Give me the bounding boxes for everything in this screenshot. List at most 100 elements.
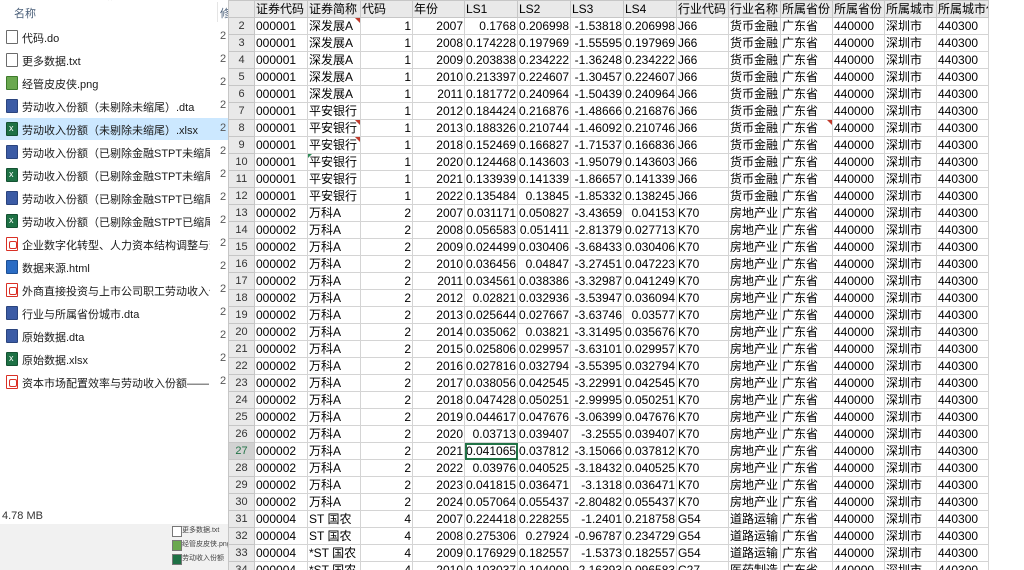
table-cell[interactable]: 深圳市 (884, 187, 937, 205)
table-cell[interactable]: 4 (360, 561, 413, 570)
table-cell[interactable]: 440300 (936, 561, 989, 570)
table-cell[interactable]: 2008 (412, 34, 465, 52)
table-cell[interactable]: 万科A (307, 442, 361, 460)
table-cell[interactable]: 2 (360, 221, 413, 239)
table-cell[interactable]: 440300 (936, 85, 989, 103)
table-cell[interactable]: 0.13845 (517, 187, 571, 205)
table-cell[interactable]: K70 (676, 255, 729, 273)
table-cell[interactable]: 2 (360, 323, 413, 341)
table-cell[interactable]: 000001 (254, 51, 308, 69)
table-cell[interactable]: 440000 (832, 442, 885, 460)
table-cell[interactable]: 2018 (412, 136, 465, 154)
table-cell[interactable]: 1 (360, 136, 413, 154)
table-cell[interactable]: K70 (676, 459, 729, 477)
table-cell[interactable]: -1.46092 (570, 119, 624, 137)
table-cell[interactable]: 2008 (412, 221, 465, 239)
column-header-name[interactable]: 名称 (14, 5, 36, 21)
table-cell[interactable]: -1.5373 (570, 544, 624, 562)
table-cell[interactable]: 440000 (832, 255, 885, 273)
table-cell[interactable]: 房地产业 (728, 204, 781, 222)
table-cell[interactable]: 2 (360, 255, 413, 273)
table-cell[interactable]: 2007 (412, 17, 465, 35)
table-cell[interactable]: 0.040525 (623, 459, 677, 477)
file-item[interactable]: 更多数据.txt 2 (0, 49, 228, 71)
table-cell[interactable]: 2022 (412, 459, 465, 477)
column-header-cell[interactable]: LS2 (517, 0, 571, 18)
table-cell[interactable]: 0.210746 (623, 119, 677, 137)
table-cell[interactable]: 0.037812 (517, 442, 571, 460)
table-cell[interactable]: 440000 (832, 34, 885, 52)
table-cell[interactable]: 0.047676 (517, 408, 571, 426)
table-cell[interactable]: -3.31495 (570, 323, 624, 341)
file-item[interactable]: 劳动收入份额（已剔除金融STPT未缩尾... 2 (0, 164, 228, 186)
column-header-cell[interactable]: LS4 (623, 0, 677, 18)
table-cell[interactable]: K70 (676, 204, 729, 222)
table-cell[interactable]: 0.240964 (517, 85, 571, 103)
table-cell[interactable]: 2 (360, 408, 413, 426)
table-cell[interactable]: 平安银行 (307, 119, 361, 137)
table-cell[interactable]: 深圳市 (884, 136, 937, 154)
table-cell[interactable]: 深圳市 (884, 476, 937, 494)
table-cell[interactable]: 000002 (254, 238, 308, 256)
table-cell[interactable]: 0.041065 (464, 442, 518, 460)
table-cell[interactable]: 平安银行 (307, 102, 361, 120)
table-cell[interactable]: -3.27451 (570, 255, 624, 273)
table-cell[interactable]: 440300 (936, 357, 989, 375)
table-cell[interactable]: -3.2555 (570, 425, 624, 443)
table-cell[interactable]: 000002 (254, 425, 308, 443)
table-cell[interactable]: 000002 (254, 204, 308, 222)
row-number[interactable]: 10 (228, 153, 255, 171)
table-cell[interactable]: -3.43659 (570, 204, 624, 222)
column-header-cell[interactable]: 证券简称 (307, 0, 361, 18)
table-cell[interactable]: 深圳市 (884, 255, 937, 273)
column-header-cell[interactable]: 所属省份 (832, 0, 885, 18)
table-cell[interactable]: 万科A (307, 238, 361, 256)
table-cell[interactable]: 1 (360, 170, 413, 188)
table-cell[interactable]: 0.042545 (517, 374, 571, 392)
table-cell[interactable]: 2011 (412, 272, 465, 290)
file-item[interactable]: 资本市场配置效率与劳动收入份额——... 2 (0, 371, 228, 393)
table-cell[interactable]: 0.197969 (623, 34, 677, 52)
table-cell[interactable]: 000002 (254, 272, 308, 290)
table-cell[interactable]: 0.234222 (623, 51, 677, 69)
table-cell[interactable]: 0.038056 (464, 374, 518, 392)
table-cell[interactable]: 货币金融 (728, 34, 781, 52)
table-cell[interactable]: 0.024499 (464, 238, 518, 256)
table-cell[interactable]: 000002 (254, 306, 308, 324)
table-cell[interactable]: 2 (360, 204, 413, 222)
select-all-corner[interactable] (228, 0, 255, 18)
table-cell[interactable]: 深圳市 (884, 391, 937, 409)
table-cell[interactable]: 440000 (832, 391, 885, 409)
table-cell[interactable]: 440300 (936, 323, 989, 341)
table-cell[interactable]: 2007 (412, 510, 465, 528)
row-number[interactable]: 27 (228, 442, 255, 460)
row-number[interactable]: 5 (228, 68, 255, 86)
table-cell[interactable]: 2019 (412, 408, 465, 426)
table-cell[interactable]: 广东省 (780, 102, 833, 120)
table-cell[interactable]: 深圳市 (884, 204, 937, 222)
row-number[interactable]: 16 (228, 255, 255, 273)
file-item[interactable]: 数据来源.html 2 (0, 256, 228, 278)
table-cell[interactable]: 0.166836 (623, 136, 677, 154)
table-cell[interactable]: 2007 (412, 204, 465, 222)
table-cell[interactable]: 0.224418 (464, 510, 518, 528)
table-cell[interactable]: 深发展A (307, 34, 361, 52)
table-cell[interactable]: 2024 (412, 493, 465, 511)
table-cell[interactable]: 房地产业 (728, 221, 781, 239)
table-cell[interactable]: -0.96787 (570, 527, 624, 545)
table-cell[interactable]: 万科A (307, 340, 361, 358)
table-cell[interactable]: 0.143603 (517, 153, 571, 171)
table-cell[interactable]: 0.036471 (623, 476, 677, 494)
table-cell[interactable]: 440000 (832, 459, 885, 477)
table-cell[interactable]: J66 (676, 68, 729, 86)
table-cell[interactable]: 2020 (412, 153, 465, 171)
table-cell[interactable]: 广东省 (780, 459, 833, 477)
table-cell[interactable]: 广东省 (780, 204, 833, 222)
table-cell[interactable]: 0.037812 (623, 442, 677, 460)
table-cell[interactable]: 广东省 (780, 136, 833, 154)
table-cell[interactable]: 1 (360, 51, 413, 69)
table-cell[interactable]: 440000 (832, 476, 885, 494)
table-cell[interactable]: 广东省 (780, 238, 833, 256)
table-cell[interactable]: 广东省 (780, 493, 833, 511)
table-cell[interactable]: 房地产业 (728, 391, 781, 409)
